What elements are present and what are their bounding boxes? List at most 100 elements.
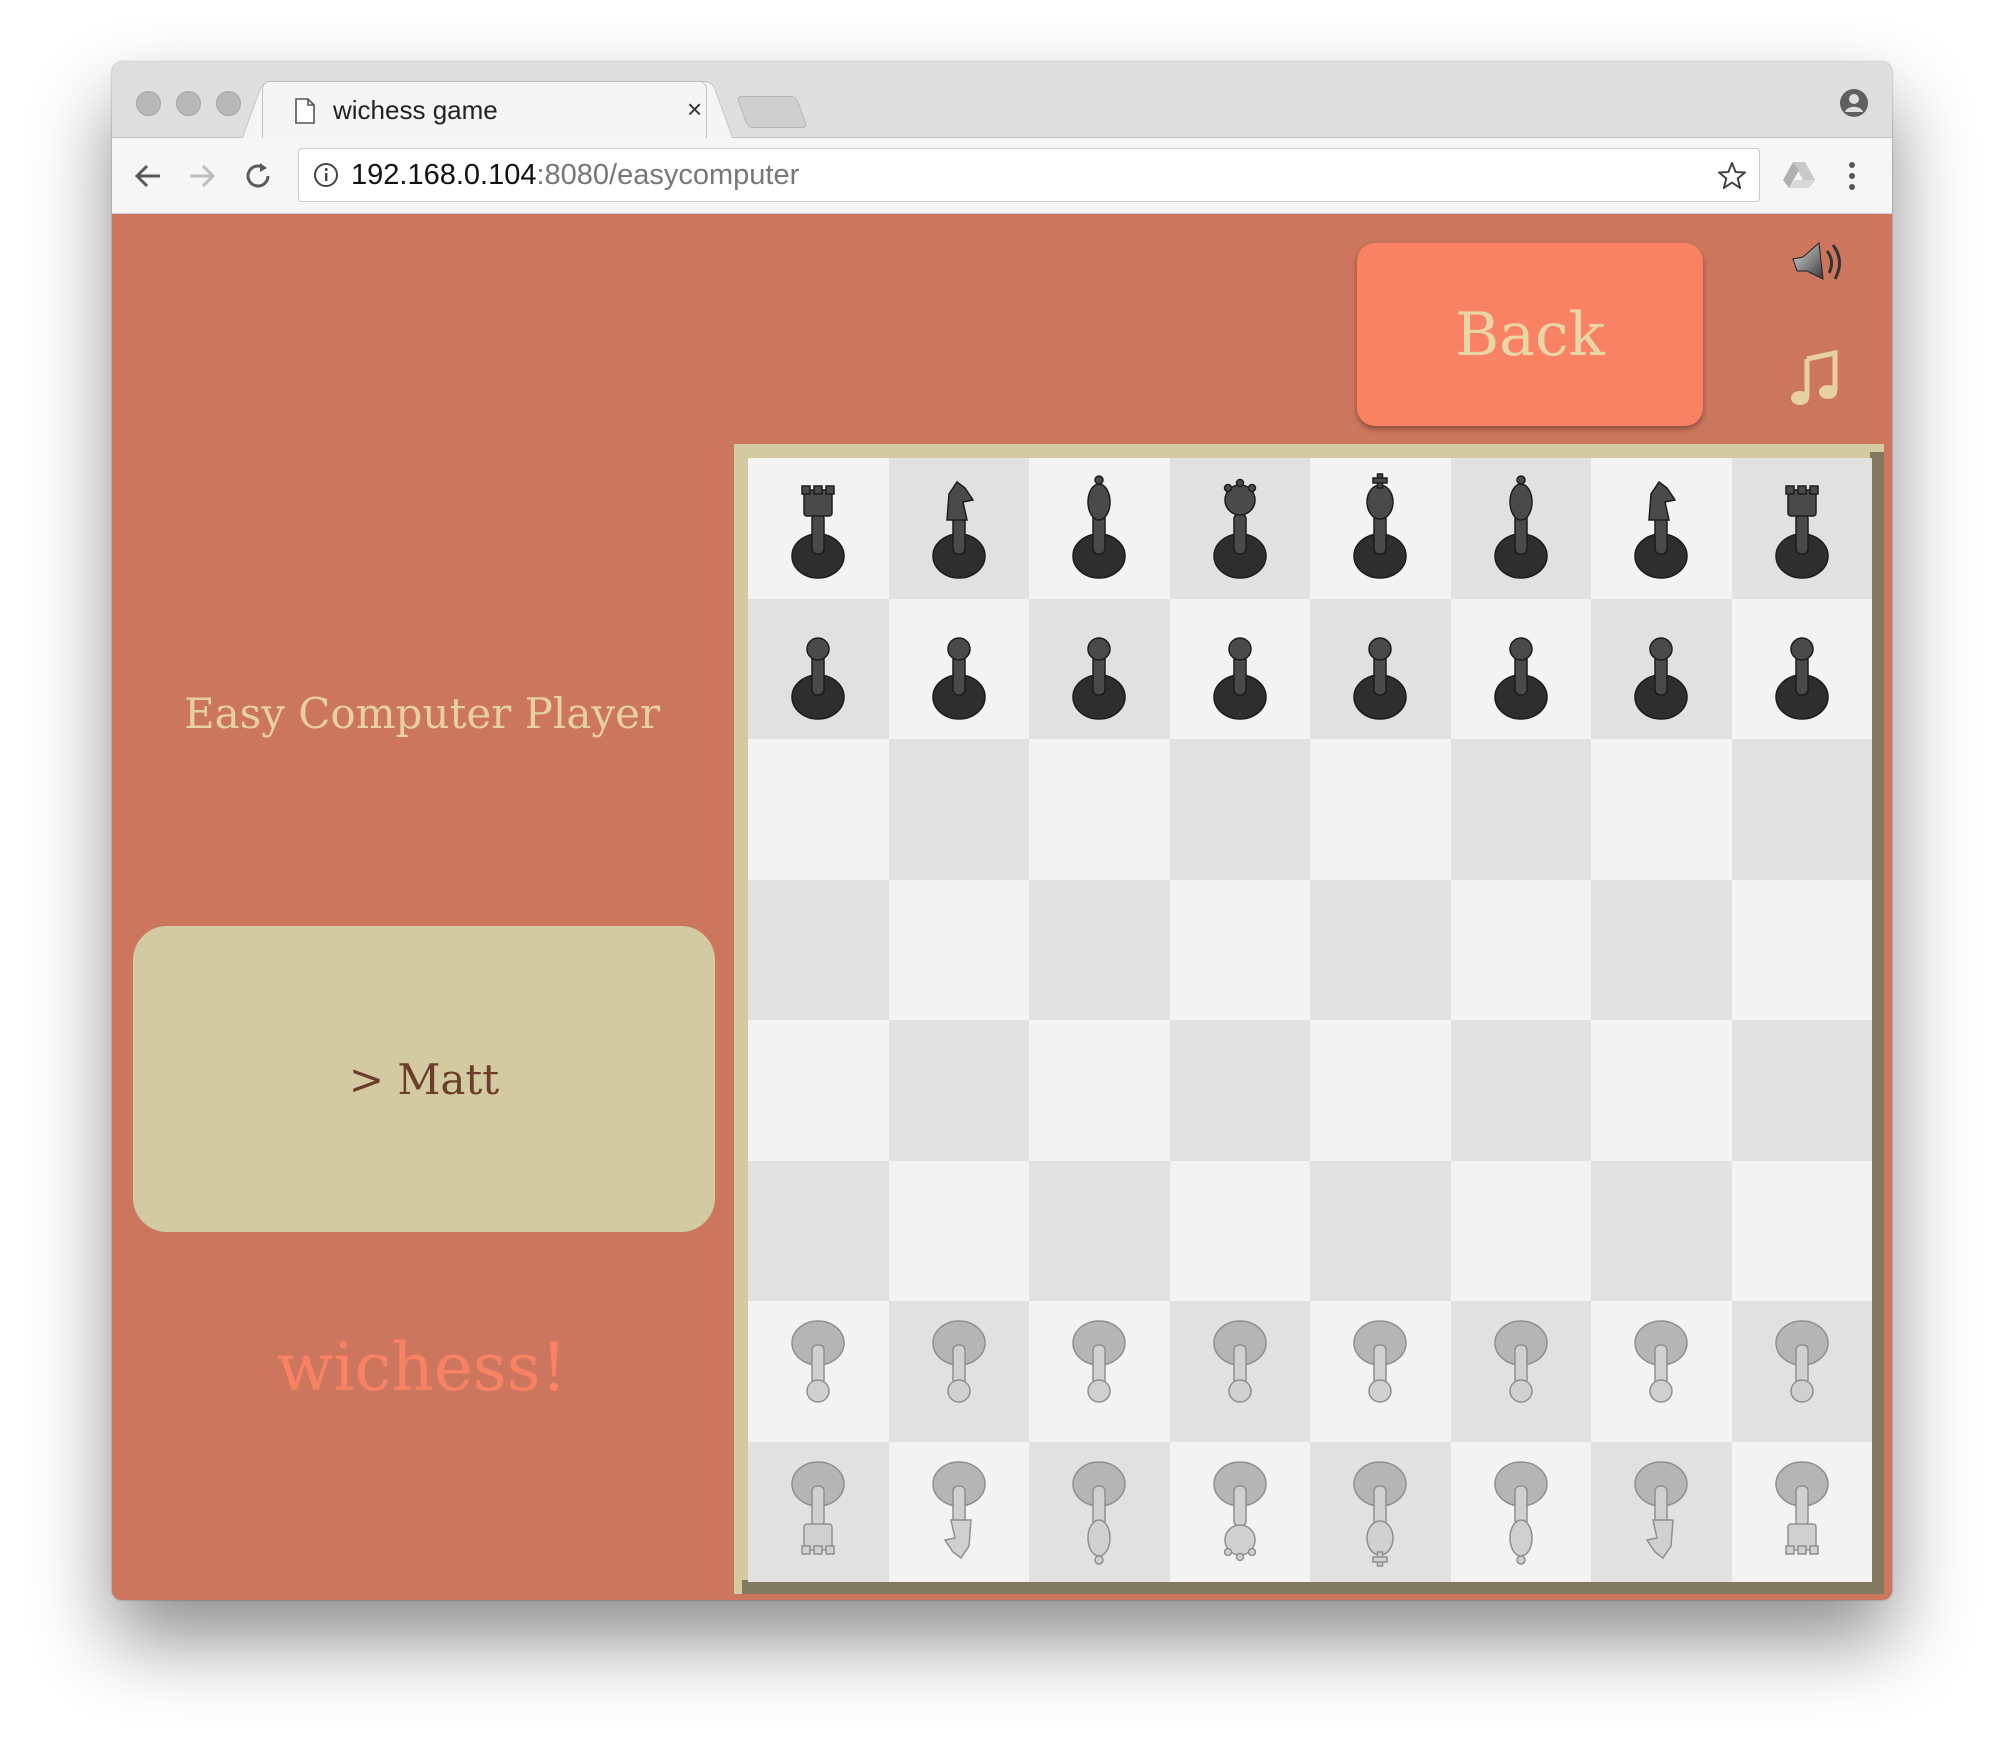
black-pawn-icon[interactable]	[907, 607, 1011, 731]
board-square[interactable]	[888, 739, 1029, 880]
bookmark-star-icon[interactable]	[1717, 161, 1747, 191]
board-square[interactable]	[1169, 879, 1310, 1020]
back-button[interactable]: Back	[1357, 243, 1703, 426]
black-rook-icon[interactable]	[1750, 466, 1854, 590]
music-note-icon[interactable]	[1789, 349, 1843, 409]
white-king-icon[interactable]	[1328, 1450, 1432, 1574]
board-square[interactable]	[1450, 1020, 1591, 1161]
white-bishop-icon[interactable]	[1047, 1450, 1151, 1574]
board-square[interactable]	[1591, 1020, 1732, 1161]
black-rook-icon[interactable]	[766, 466, 870, 590]
board-square[interactable]	[1591, 1441, 1732, 1582]
white-rook-icon[interactable]	[766, 1450, 870, 1574]
black-pawn-icon[interactable]	[1328, 607, 1432, 731]
white-pawn-icon[interactable]	[907, 1309, 1011, 1433]
board-square[interactable]	[1450, 739, 1591, 880]
board-square[interactable]	[888, 458, 1029, 599]
white-rook-icon[interactable]	[1750, 1450, 1854, 1574]
board-square[interactable]	[1029, 1441, 1170, 1582]
board-square[interactable]	[1591, 598, 1732, 739]
black-queen-icon[interactable]	[1188, 466, 1292, 590]
white-pawn-icon[interactable]	[1609, 1309, 1713, 1433]
board-square[interactable]	[1731, 1020, 1872, 1161]
board-square[interactable]	[1310, 1441, 1451, 1582]
black-pawn-icon[interactable]	[1047, 607, 1151, 731]
black-bishop-icon[interactable]	[1047, 466, 1151, 590]
white-pawn-icon[interactable]	[766, 1309, 870, 1433]
board-square[interactable]	[1029, 1301, 1170, 1442]
forward-arrow-icon[interactable]	[184, 158, 220, 194]
board-square[interactable]	[888, 1160, 1029, 1301]
board-square[interactable]	[1731, 1160, 1872, 1301]
zoom-window-icon[interactable]	[216, 91, 241, 116]
white-knight-icon[interactable]	[907, 1450, 1011, 1574]
board-square[interactable]	[1450, 1160, 1591, 1301]
white-queen-icon[interactable]	[1188, 1450, 1292, 1574]
board-square[interactable]	[1731, 739, 1872, 880]
board-square[interactable]	[1169, 1441, 1310, 1582]
board-square[interactable]	[748, 879, 889, 1020]
board-square[interactable]	[748, 1160, 889, 1301]
board-square[interactable]	[888, 598, 1029, 739]
black-pawn-icon[interactable]	[1750, 607, 1854, 731]
board-square[interactable]	[1310, 739, 1451, 880]
board-square[interactable]	[1029, 598, 1170, 739]
board-square[interactable]	[888, 1301, 1029, 1442]
drive-extension-icon[interactable]	[1782, 160, 1816, 190]
white-bishop-icon[interactable]	[1469, 1450, 1573, 1574]
board-square[interactable]	[1029, 1160, 1170, 1301]
black-pawn-icon[interactable]	[766, 607, 870, 731]
board-square[interactable]	[1310, 458, 1451, 599]
board-square[interactable]	[888, 1441, 1029, 1582]
board-square[interactable]	[1450, 1301, 1591, 1442]
board-square[interactable]	[748, 1301, 889, 1442]
board-square[interactable]	[1029, 739, 1170, 880]
board-square[interactable]	[888, 1020, 1029, 1161]
tab-close-icon[interactable]: ×	[687, 94, 702, 124]
board-square[interactable]	[1731, 1441, 1872, 1582]
white-pawn-icon[interactable]	[1328, 1309, 1432, 1433]
board-square[interactable]	[1310, 1020, 1451, 1161]
board-square[interactable]	[1731, 458, 1872, 599]
profile-icon[interactable]	[1839, 88, 1869, 118]
address-bar[interactable]: 192.168.0.104:8080/easycomputer	[298, 148, 1760, 202]
board-square[interactable]	[1450, 1441, 1591, 1582]
white-pawn-icon[interactable]	[1750, 1309, 1854, 1433]
black-king-icon[interactable]	[1328, 466, 1432, 590]
board-square[interactable]	[1029, 458, 1170, 599]
board-square[interactable]	[1591, 1160, 1732, 1301]
white-pawn-icon[interactable]	[1047, 1309, 1151, 1433]
board-square[interactable]	[1731, 879, 1872, 1020]
board-square[interactable]	[1591, 458, 1732, 599]
board-square[interactable]	[1169, 739, 1310, 880]
board-square[interactable]	[1310, 1301, 1451, 1442]
board-square[interactable]	[748, 739, 889, 880]
board-square[interactable]	[1450, 879, 1591, 1020]
board-square[interactable]	[1731, 598, 1872, 739]
board-square[interactable]	[1591, 1301, 1732, 1442]
board-square[interactable]	[1310, 879, 1451, 1020]
board-square[interactable]	[1591, 739, 1732, 880]
board-square[interactable]	[1450, 598, 1591, 739]
reload-icon[interactable]	[240, 158, 276, 194]
close-window-icon[interactable]	[136, 91, 161, 116]
board-square[interactable]	[1450, 458, 1591, 599]
board-square[interactable]	[1169, 1301, 1310, 1442]
info-icon[interactable]	[313, 162, 339, 188]
black-knight-icon[interactable]	[907, 466, 1011, 590]
board-square[interactable]	[1591, 879, 1732, 1020]
board-square[interactable]	[748, 1020, 889, 1161]
board-square[interactable]	[1310, 1160, 1451, 1301]
board-square[interactable]	[748, 458, 889, 599]
back-arrow-icon[interactable]	[130, 158, 166, 194]
black-pawn-icon[interactable]	[1609, 607, 1713, 731]
sound-speaker-icon[interactable]	[1789, 239, 1843, 289]
white-pawn-icon[interactable]	[1469, 1309, 1573, 1433]
white-knight-icon[interactable]	[1609, 1450, 1713, 1574]
board-square[interactable]	[1029, 1020, 1170, 1161]
minimize-window-icon[interactable]	[176, 91, 201, 116]
white-pawn-icon[interactable]	[1188, 1309, 1292, 1433]
board-square[interactable]	[1169, 1160, 1310, 1301]
black-pawn-icon[interactable]	[1469, 607, 1573, 731]
new-tab-button[interactable]	[736, 96, 808, 128]
